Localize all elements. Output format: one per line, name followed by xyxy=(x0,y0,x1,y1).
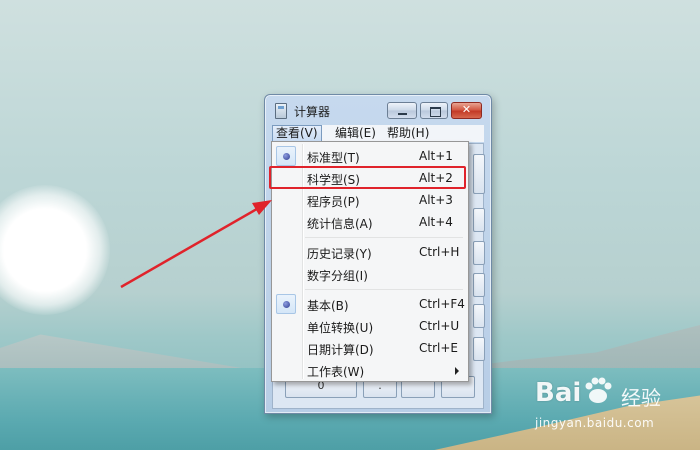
watermark-text: 经验 xyxy=(621,386,661,410)
arrow-head-icon xyxy=(252,200,272,215)
arrow-shaft xyxy=(120,204,263,289)
baidu-paw-icon xyxy=(585,377,612,403)
watermark-url: jingyan.baidu.com xyxy=(535,416,655,430)
baidu-jingyan-watermark: Bai 经验 jingyan.baidu.com xyxy=(535,377,695,438)
watermark-logo: Bai xyxy=(535,378,582,408)
